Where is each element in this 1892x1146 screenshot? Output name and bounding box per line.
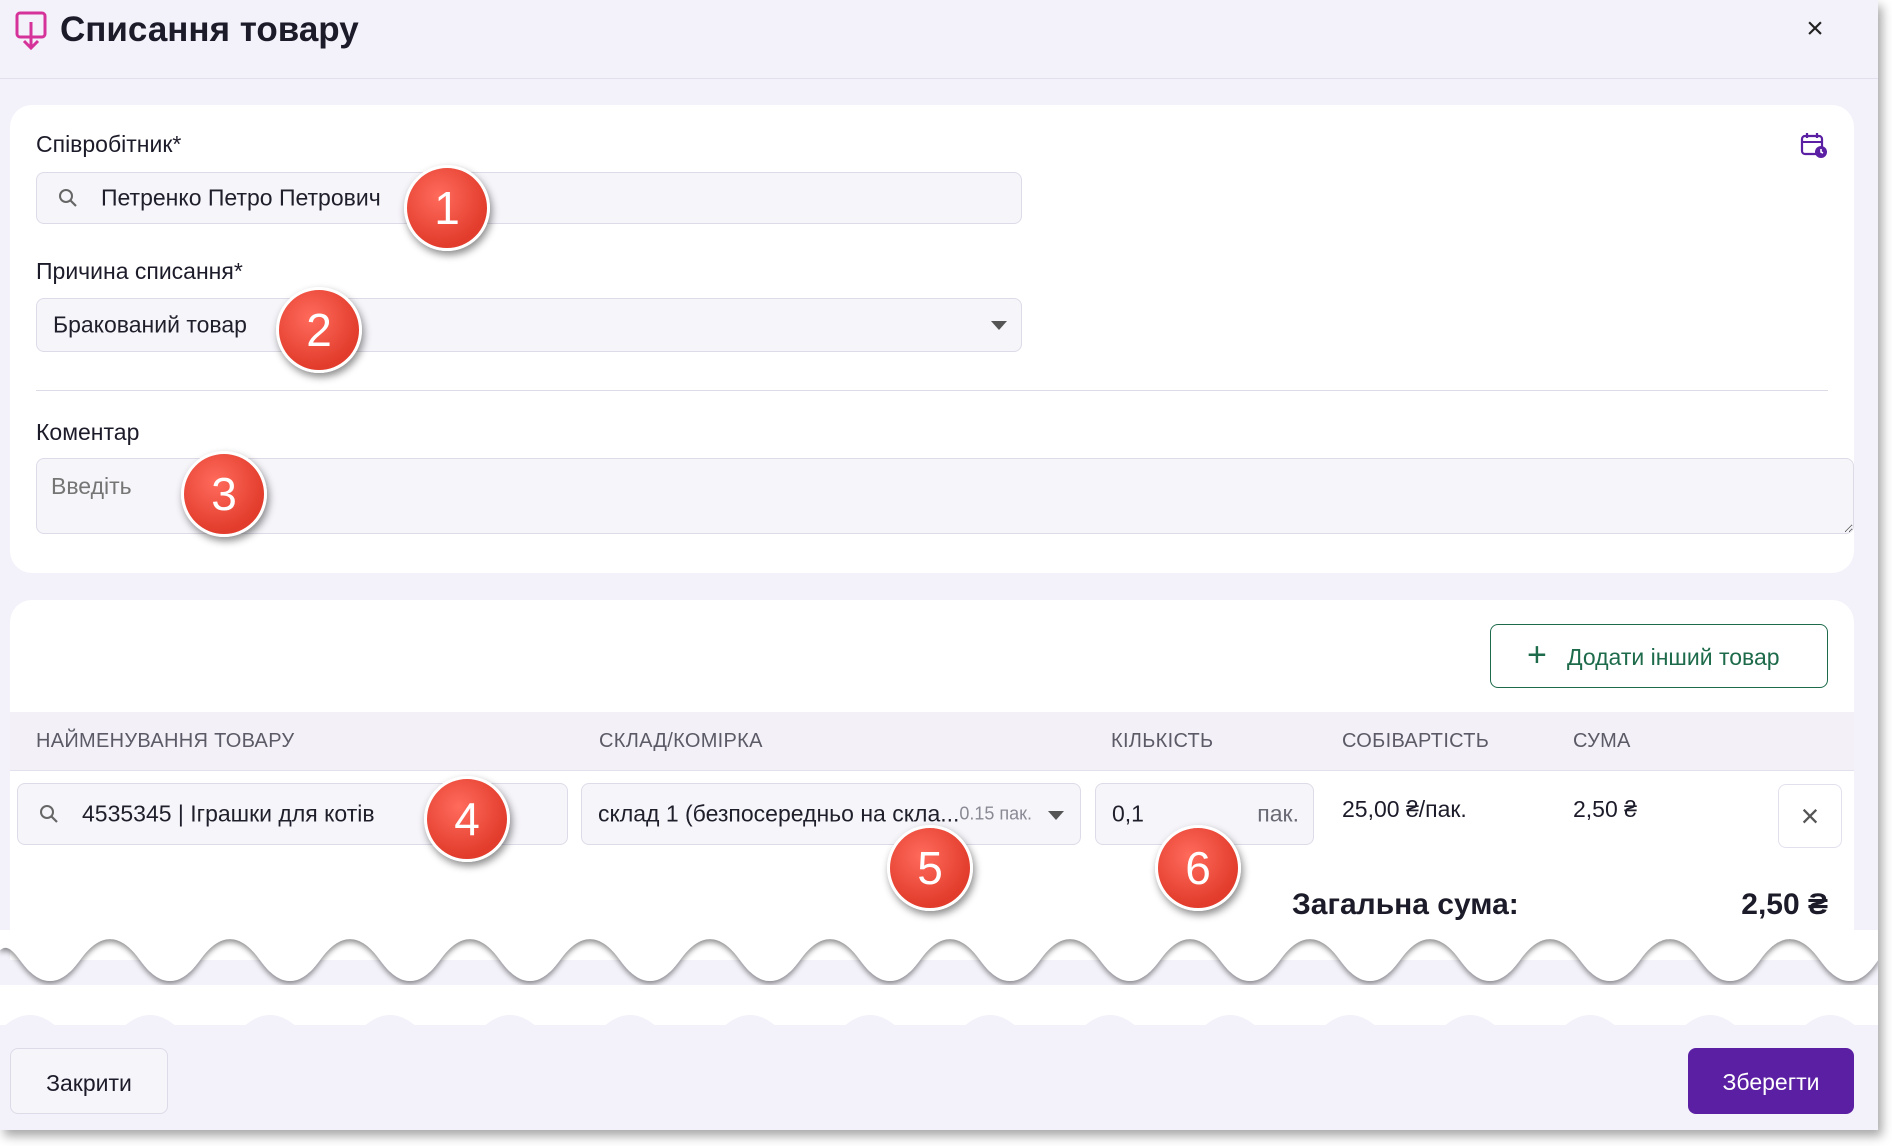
close-icon: × <box>1800 798 1820 834</box>
plus-icon: + <box>1527 636 1547 674</box>
column-header-quantity: КІЛЬКІСТЬ <box>1111 730 1214 752</box>
add-product-button[interactable]: + Додати інший товар <box>1490 624 1828 688</box>
chevron-down-icon <box>991 321 1007 330</box>
close-icon[interactable]: × <box>1800 14 1830 44</box>
employee-value: Петренко Петро Петрович <box>101 184 381 211</box>
quantity-unit: пак. <box>1257 800 1299 827</box>
annotation-badge-4: 4 <box>424 776 510 862</box>
annotation-badge-3: 3 <box>181 451 267 537</box>
save-button[interactable]: Зберегти <box>1688 1048 1854 1114</box>
save-button-label: Зберегти <box>1722 1069 1820 1095</box>
calendar-clock-icon[interactable] <box>1800 131 1828 159</box>
column-header-sum: СУМА <box>1573 730 1631 752</box>
annotation-badge-6: 6 <box>1155 825 1241 911</box>
cost-value: 25,00 ₴/пак. <box>1342 796 1467 822</box>
close-button[interactable]: Закрити <box>10 1048 168 1114</box>
warehouse-value: склад 1 (безпосередньо на скла... <box>598 800 960 827</box>
sum-value: 2,50 ₴ <box>1573 796 1637 822</box>
stock-amount: 0.15 пак. <box>959 803 1032 824</box>
comment-textarea[interactable] <box>36 458 1854 534</box>
comment-label: Коментар <box>36 419 140 445</box>
search-icon <box>40 805 58 823</box>
column-header-product: НАЙМЕНУВАННЯ ТОВАРУ <box>36 730 295 752</box>
employee-label: Співробітник* <box>36 131 182 157</box>
dialog-header: Списання товару × <box>0 0 1878 79</box>
page-break-edge-bottom <box>0 1015 1878 1050</box>
warehouse-select[interactable]: склад 1 (безпосередньо на скла... 0.15 п… <box>581 783 1081 845</box>
quantity-value: 0,1 <box>1112 800 1144 827</box>
annotation-badge-1: 1 <box>404 165 490 251</box>
annotation-badge-2: 2 <box>276 287 362 373</box>
search-icon <box>59 189 77 207</box>
add-product-label: Додати інший товар <box>1567 644 1780 670</box>
divider <box>36 390 1828 391</box>
write-off-dialog: Списання товару × Співробітник* Петренко… <box>0 0 1878 1130</box>
annotation-badge-5: 5 <box>887 825 973 911</box>
chevron-down-icon <box>1048 811 1064 820</box>
employee-search-input[interactable]: Петренко Петро Петрович <box>36 172 1022 224</box>
table-header: НАЙМЕНУВАННЯ ТОВАРУ СКЛАД/КОМІРКА КІЛЬКІ… <box>10 712 1854 771</box>
total-label: Загальна сума: <box>1292 888 1519 921</box>
reason-label: Причина списання* <box>36 258 243 284</box>
page-title: Списання товару <box>60 10 359 49</box>
column-header-warehouse: СКЛАД/КОМІРКА <box>599 730 763 752</box>
total-value: 2,50 ₴ <box>1741 888 1828 921</box>
reason-value: Бракований товар <box>53 311 247 338</box>
product-value: 4535345 | Іграшки для котів <box>82 800 375 827</box>
download-box-icon <box>15 11 47 51</box>
close-button-label: Закрити <box>46 1070 132 1096</box>
remove-row-button[interactable]: × <box>1778 784 1842 848</box>
reason-select[interactable]: Бракований товар <box>36 298 1022 352</box>
page-break-edge-top <box>0 930 1878 981</box>
column-header-cost: СОБІВАРТІСТЬ <box>1342 730 1490 752</box>
